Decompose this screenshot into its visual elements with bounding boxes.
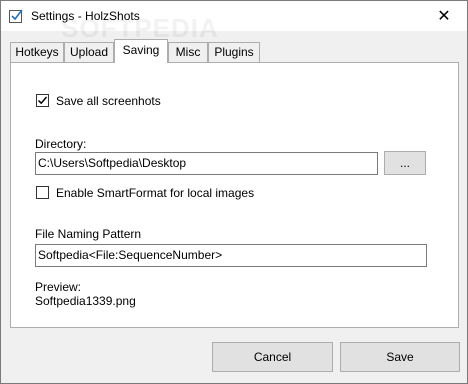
cancel-button[interactable]: Cancel <box>212 342 333 372</box>
settings-window: Settings - HolzShots ✕ SOFTPEDIA Hotkeys… <box>0 0 468 384</box>
preview-label: Preview: <box>35 280 82 294</box>
save-button[interactable]: Save <box>340 342 460 372</box>
tab-plugins[interactable]: Plugins <box>208 42 260 62</box>
smartformat-label[interactable]: Enable SmartFormat for local images <box>56 186 254 200</box>
window-title: Settings - HolzShots <box>31 9 140 23</box>
preview-value: Softpedia1339.png <box>35 294 136 308</box>
saving-panel: Save all screenhots Directory: C:\Users\… <box>10 62 459 328</box>
close-icon: ✕ <box>437 8 451 25</box>
tab-misc[interactable]: Misc <box>168 42 208 62</box>
tab-upload[interactable]: Upload <box>64 42 114 62</box>
browse-button[interactable]: ... <box>384 151 426 175</box>
app-icon <box>8 8 24 24</box>
checkmark-icon <box>37 96 48 105</box>
tab-saving[interactable]: Saving <box>114 39 168 63</box>
naming-pattern-input[interactable]: Softpedia<File:SequenceNumber> <box>35 244 427 267</box>
close-button[interactable]: ✕ <box>421 1 467 31</box>
smartformat-checkbox[interactable] <box>36 186 49 199</box>
save-all-checkbox[interactable] <box>36 94 49 107</box>
directory-input[interactable]: C:\Users\Softpedia\Desktop <box>35 152 378 175</box>
tab-hotkeys[interactable]: Hotkeys <box>10 42 64 62</box>
title-bar[interactable]: Settings - HolzShots ✕ <box>1 1 467 31</box>
save-all-label[interactable]: Save all screenhots <box>56 94 161 108</box>
directory-label: Directory: <box>35 137 87 151</box>
naming-pattern-label: File Naming Pattern <box>35 227 142 241</box>
